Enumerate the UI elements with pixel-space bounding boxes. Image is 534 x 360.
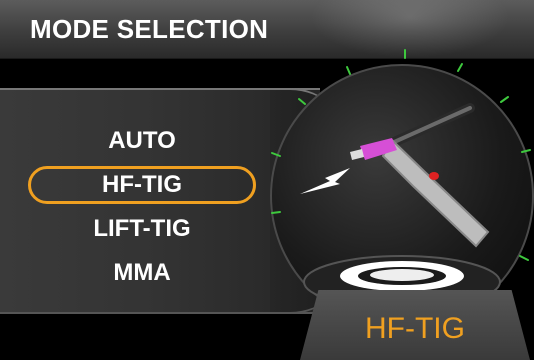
mode-option-lift-tig[interactable]: LIFT-TIG	[28, 210, 256, 248]
arc-spark-icon	[300, 168, 350, 194]
tig-torch-icon	[350, 103, 490, 248]
mode-option-mma[interactable]: MMA	[28, 254, 256, 292]
mode-option-auto[interactable]: AUTO	[28, 122, 256, 160]
mode-option-hf-tig[interactable]: HF-TIG	[28, 166, 256, 204]
current-mode-label: HF-TIG	[365, 312, 465, 345]
